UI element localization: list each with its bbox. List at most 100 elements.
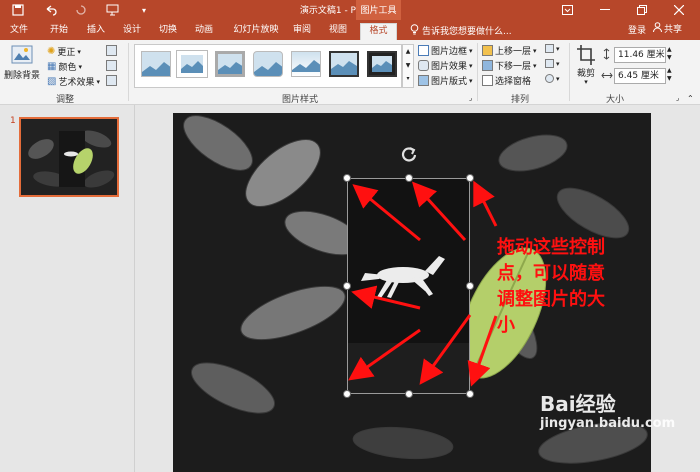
tab-transitions[interactable]: 切换: [155, 23, 181, 40]
gallery-up-icon[interactable]: ▲: [403, 45, 413, 59]
tell-me-box[interactable]: 告诉我您想要做什么...: [410, 23, 512, 38]
tab-insert[interactable]: 插入: [83, 23, 109, 40]
rotate-icon[interactable]: ▾: [545, 74, 560, 83]
change-picture-icon[interactable]: [106, 60, 117, 71]
ribbon-tabs: 文件 开始 插入 设计 切换 动画 幻灯片放映 审阅 视图 格式 告诉我您想要做…: [0, 20, 700, 40]
powerpoint-window: ▾ 演示文稿1 - PowerPoint 图片工具 文件 开始 插入 设计 切换…: [0, 0, 700, 472]
title-bar: ▾ 演示文稿1 - PowerPoint: [0, 0, 700, 20]
tab-view[interactable]: 视图: [325, 23, 351, 40]
picture-style-thumb[interactable]: [215, 51, 245, 77]
gallery-down-icon[interactable]: ▼: [403, 59, 413, 73]
tab-format[interactable]: 格式: [360, 23, 397, 40]
brush-icon: ▧: [47, 76, 57, 87]
picture-style-thumb[interactable]: [253, 51, 283, 77]
redo-icon[interactable]: [74, 2, 88, 18]
start-from-beginning-icon[interactable]: [104, 2, 120, 18]
crop-button[interactable]: 裁剪 ▾: [574, 44, 598, 86]
height-spinner[interactable]: ▲ ▼: [667, 46, 672, 62]
sign-in-link[interactable]: 登录: [628, 23, 646, 36]
picture-styles-group-label: 图片样式: [281, 95, 318, 105]
tab-animations[interactable]: 动画: [191, 23, 217, 40]
remove-background-button[interactable]: 删除背景: [4, 44, 40, 81]
callout-line: 拖动这些控制: [497, 237, 605, 258]
tell-me-text: 告诉我您想要做什么...: [422, 27, 512, 37]
send-backward-button[interactable]: 下移一层 ▾: [482, 59, 537, 72]
picture-layout-button[interactable]: 图片版式 ▾: [418, 74, 473, 87]
remove-background-label: 删除背景: [4, 71, 41, 81]
adjust-group-label: 调整: [55, 95, 74, 105]
annotation-callout: 拖动这些控制 点，可以随意 调整图片的大 小: [497, 235, 637, 339]
tab-home[interactable]: 开始: [46, 23, 72, 40]
dropdown-arrow-icon: ▾: [533, 46, 537, 55]
slide-thumbnail[interactable]: [19, 117, 119, 197]
color-button[interactable]: ▦ 颜色 ▾: [47, 60, 82, 73]
palette-icon: ▦: [47, 61, 57, 72]
picture-effects-label: 图片效果: [431, 62, 468, 72]
rotate-handle-icon[interactable]: [400, 145, 418, 163]
corrections-button[interactable]: ✺ 更正 ▾: [47, 45, 81, 58]
tab-review[interactable]: 审阅: [289, 23, 315, 40]
width-icon: [601, 70, 613, 81]
selection-pane-label: 选择窗格: [495, 77, 532, 87]
picture-style-thumb-selected[interactable]: [367, 51, 397, 77]
resize-handle-top[interactable]: [405, 174, 413, 182]
picture-border-button[interactable]: 图片边框 ▾: [418, 44, 473, 57]
color-label: 颜色: [58, 63, 77, 73]
collapse-ribbon-icon[interactable]: ⌃: [687, 94, 694, 103]
gallery-scrollbar[interactable]: ▲ ▼ ▾: [402, 44, 414, 88]
picture-effects-button[interactable]: 图片效果 ▾: [418, 59, 473, 72]
picture-layout-label: 图片版式: [431, 77, 468, 87]
dropdown-arrow-icon: ▾: [96, 77, 100, 86]
ribbon-display-options-icon[interactable]: [552, 0, 582, 20]
watermark-url: jingyan.baidu.com: [540, 416, 676, 431]
picture-style-thumb[interactable]: [291, 51, 321, 77]
group-separator: [477, 43, 478, 101]
tab-file[interactable]: 文件: [6, 23, 32, 40]
resize-handle-bottom-left[interactable]: [343, 390, 351, 398]
resize-handle-left[interactable]: [343, 282, 351, 290]
height-icon: [601, 48, 612, 60]
corrections-label: 更正: [57, 48, 76, 58]
picture-styles-launcher-icon[interactable]: ⌟: [469, 94, 472, 102]
resize-handle-bottom[interactable]: [405, 390, 413, 398]
minimize-icon[interactable]: [590, 0, 620, 20]
gallery-more-icon[interactable]: ▾: [403, 73, 413, 85]
group-objects-icon[interactable]: ▾: [545, 59, 560, 68]
close-icon[interactable]: [664, 0, 694, 20]
tab-design[interactable]: 设计: [119, 23, 145, 40]
picture-border-label: 图片边框: [431, 47, 468, 57]
picture-style-thumb[interactable]: [177, 51, 207, 77]
customize-toolbar-icon[interactable]: ▾: [138, 2, 150, 18]
size-launcher-icon[interactable]: ⌟: [676, 94, 679, 102]
reset-picture-icon[interactable]: [106, 75, 117, 86]
compress-pictures-icon[interactable]: [106, 45, 117, 56]
share-button[interactable]: 共享: [653, 22, 682, 35]
tab-slideshow[interactable]: 幻灯片放映: [228, 23, 284, 40]
resize-handle-top-right[interactable]: [466, 174, 474, 182]
slide-number: 1: [10, 116, 16, 126]
resize-handle-right[interactable]: [466, 282, 474, 290]
picture-style-thumb[interactable]: [329, 51, 359, 77]
dropdown-arrow-icon: ▾: [584, 78, 588, 86]
bring-forward-icon: [482, 45, 493, 56]
restore-icon[interactable]: [627, 0, 657, 20]
arrange-group-label: 排列: [510, 95, 529, 105]
artistic-effects-button[interactable]: ▧ 艺术效果 ▾: [47, 75, 100, 88]
picture-tools-label: 图片工具: [360, 6, 397, 16]
undo-icon[interactable]: [40, 2, 62, 18]
align-icon[interactable]: ▾: [545, 44, 560, 53]
save-icon[interactable]: [10, 2, 26, 18]
callout-line: 小: [497, 315, 515, 336]
share-label: 共享: [664, 25, 683, 35]
resize-handle-top-left[interactable]: [343, 174, 351, 182]
group-separator: [569, 43, 570, 101]
height-input[interactable]: 11.46 厘米: [614, 47, 666, 63]
picture-style-thumb[interactable]: [141, 51, 171, 77]
lightbulb-icon: [410, 23, 419, 38]
resize-handle-bottom-right[interactable]: [466, 390, 474, 398]
width-input[interactable]: 6.45 厘米: [614, 68, 666, 84]
picture-selection-frame[interactable]: [347, 178, 470, 394]
bring-forward-button[interactable]: 上移一层 ▾: [482, 44, 537, 57]
width-spinner[interactable]: ▲ ▼: [667, 67, 672, 83]
selection-pane-button[interactable]: 选择窗格: [482, 74, 531, 87]
